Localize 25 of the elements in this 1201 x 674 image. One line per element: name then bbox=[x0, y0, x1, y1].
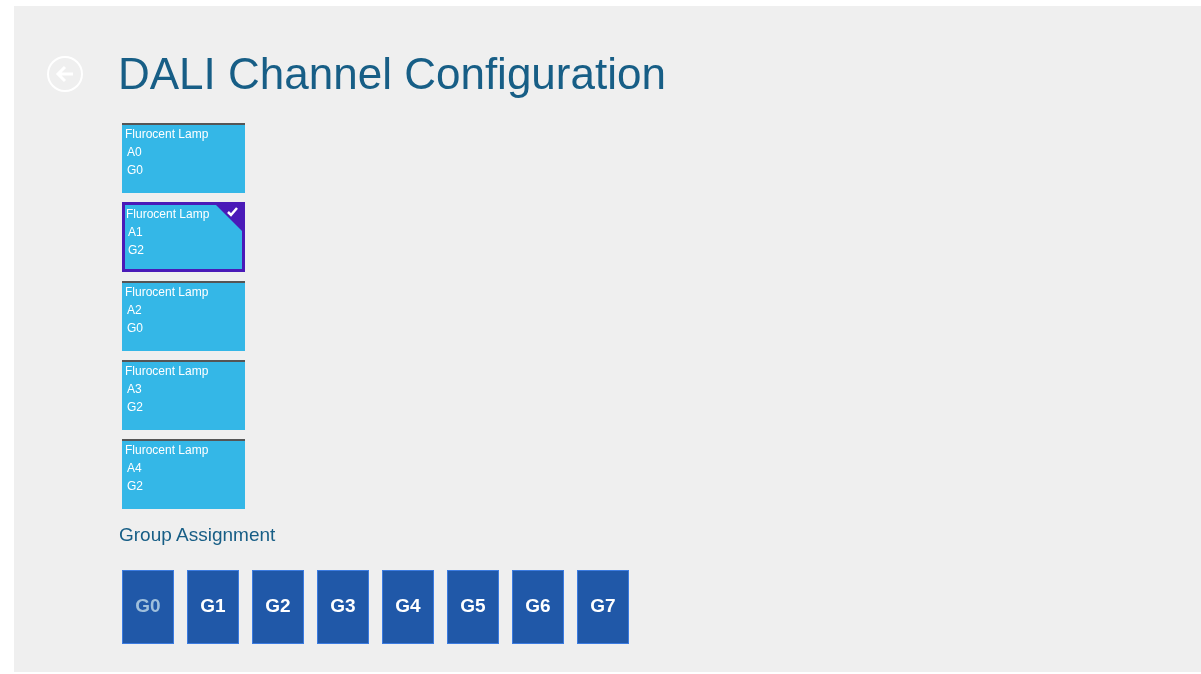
group-label: G2 bbox=[128, 242, 144, 259]
lamp-name: Flurocent Lamp bbox=[126, 206, 210, 223]
address-label: A2 bbox=[127, 302, 142, 319]
section-heading: Group Assignment bbox=[119, 523, 277, 547]
address-label: A3 bbox=[127, 381, 142, 398]
group-button[interactable]: G1 bbox=[187, 569, 239, 644]
group-label: G2 bbox=[127, 399, 143, 416]
address-label: A4 bbox=[127, 460, 142, 477]
group-label: G0 bbox=[127, 162, 143, 179]
group-button[interactable]: G6 bbox=[512, 569, 564, 644]
group-label: G2 bbox=[127, 478, 143, 495]
lamp-name: Flurocent Lamp bbox=[125, 284, 209, 301]
address-label: A0 bbox=[127, 144, 142, 161]
lamp-name: Flurocent Lamp bbox=[125, 126, 209, 143]
group-button[interactable]: G7 bbox=[577, 569, 629, 644]
group-label: G0 bbox=[127, 320, 143, 337]
group-button[interactable]: G3 bbox=[317, 569, 369, 644]
lamp-name: Flurocent Lamp bbox=[125, 363, 209, 380]
group-button[interactable]: G2 bbox=[252, 569, 304, 644]
group-button[interactable]: G4 bbox=[382, 569, 434, 644]
group-button[interactable]: G5 bbox=[447, 569, 499, 644]
lamp-name: Flurocent Lamp bbox=[125, 442, 209, 459]
address-label: A1 bbox=[128, 224, 143, 241]
selected-check-icon bbox=[216, 205, 242, 231]
page-title: DALI Channel Configuration bbox=[118, 52, 666, 96]
